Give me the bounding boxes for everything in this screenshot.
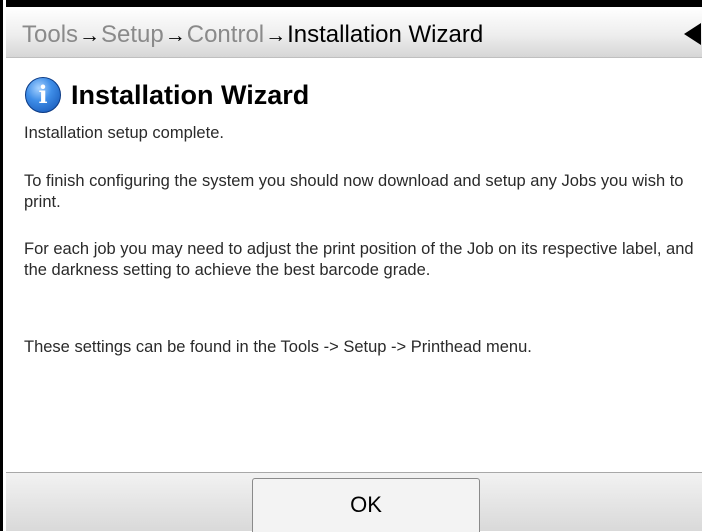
breadcrumb-tools[interactable]: Tools	[22, 21, 78, 48]
message-paragraph: Installation setup complete.	[24, 124, 224, 142]
title-bar: Tools→Setup→Control→Installation Wizard	[6, 0, 702, 58]
breadcrumb-setup[interactable]: Setup	[101, 21, 164, 48]
breadcrumb-arrow-icon: →	[164, 24, 186, 47]
message-paragraph: To finish configuring the system you sho…	[24, 172, 684, 211]
dialog-heading: i Installation Wizard	[25, 76, 309, 114]
button-bar: OK	[6, 472, 702, 532]
screen-frame: Tools→Setup→Control→Installation Wizard …	[0, 0, 702, 532]
message-paragraph: These settings can be found in the Tools…	[24, 338, 532, 356]
ok-button[interactable]: OK	[252, 478, 480, 532]
message-paragraph: For each job you may need to adjust the …	[24, 240, 694, 279]
back-triangle-icon[interactable]	[684, 23, 701, 45]
breadcrumb-arrow-icon: →	[79, 24, 101, 47]
info-icon: i	[25, 77, 61, 113]
breadcrumb-arrow-icon: →	[265, 24, 287, 47]
breadcrumb: Tools→Setup→Control→Installation Wizard	[22, 15, 483, 56]
dialog-title: Installation Wizard	[71, 79, 310, 110]
breadcrumb-current: Installation Wizard	[287, 21, 484, 48]
breadcrumb-control[interactable]: Control	[187, 21, 264, 48]
